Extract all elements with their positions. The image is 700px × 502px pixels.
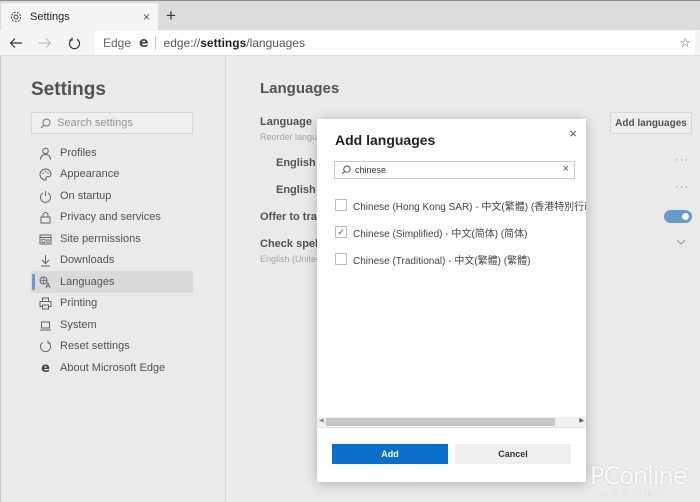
scrollbar-thumb[interactable] — [326, 418, 555, 426]
tab-settings[interactable]: Settings × — [1, 3, 158, 31]
add-languages-dialog: Add languages × chinese × Chinese (Hong … — [317, 119, 586, 482]
language-option-label: Chinese (Traditional) - 中文(繁體) (繁體) — [353, 255, 531, 267]
checkbox[interactable] — [335, 199, 347, 211]
search-value: chinese — [355, 165, 387, 175]
cancel-button[interactable]: Cancel — [455, 444, 571, 464]
forward-arrow-icon — [39, 38, 52, 48]
language-list: Chinese (Hong Kong SAR) - 中文(繁體) (香港特別行政… — [317, 191, 586, 416]
forward-button[interactable] — [35, 33, 55, 53]
watermark-subtitle: 太平洋电脑网 — [600, 489, 666, 498]
dialog-footer: Add Cancel — [317, 427, 586, 482]
url-host: settings — [200, 36, 247, 50]
tab-title: Settings — [30, 11, 70, 23]
search-icon — [341, 165, 351, 175]
url-prefix: edge:// — [163, 36, 201, 50]
address-separator — [154, 36, 156, 50]
back-arrow-icon — [9, 38, 22, 48]
add-button[interactable]: Add — [332, 444, 448, 464]
language-option-label: Chinese (Simplified) - 中文(简体) (简体) — [353, 228, 528, 240]
tab-close-button[interactable]: × — [143, 10, 150, 24]
new-tab-button[interactable]: + — [166, 7, 176, 24]
tab-strip: Settings × + — [0, 0, 700, 31]
language-option-label: Chinese (Hong Kong SAR) - 中文(繁體) (香港特別行政 — [353, 201, 586, 213]
language-option-simplified[interactable]: ✓ Chinese (Simplified) - 中文(简体) (简体) — [335, 222, 527, 242]
refresh-icon — [68, 37, 80, 49]
scroll-left-arrow-icon[interactable]: ◀ — [319, 417, 324, 424]
checkbox-checked[interactable]: ✓ — [335, 226, 347, 238]
toolbar: Edge e edge://settings/languages ☆ — [0, 30, 700, 56]
language-option-hong-kong[interactable]: Chinese (Hong Kong SAR) - 中文(繁體) (香港特別行政 — [335, 195, 586, 215]
dialog-close-button[interactable]: × — [569, 126, 577, 141]
url-text[interactable]: edge://settings/languages — [164, 36, 305, 50]
site-identity-label: Edge — [103, 36, 132, 50]
edge-logo-icon: e — [139, 35, 149, 51]
scroll-right-arrow-icon[interactable]: ▶ — [579, 417, 584, 424]
language-option-traditional[interactable]: Chinese (Traditional) - 中文(繁體) (繁體) — [335, 249, 530, 269]
favorite-star-icon[interactable]: ☆ — [679, 35, 691, 51]
clear-search-button[interactable]: × — [563, 163, 569, 175]
address-bar[interactable]: Edge e edge://settings/languages ☆ — [95, 31, 695, 55]
gear-icon — [10, 11, 22, 23]
refresh-button[interactable] — [64, 33, 84, 53]
url-path: /languages — [246, 36, 305, 50]
watermark-logo: PConline — [590, 462, 687, 490]
horizontal-scrollbar[interactable]: ◀ ▶ — [317, 417, 586, 427]
dialog-title: Add languages — [335, 132, 436, 148]
language-search-input[interactable]: chinese × — [334, 161, 575, 179]
checkbox[interactable] — [335, 253, 347, 265]
back-button[interactable] — [6, 33, 26, 53]
